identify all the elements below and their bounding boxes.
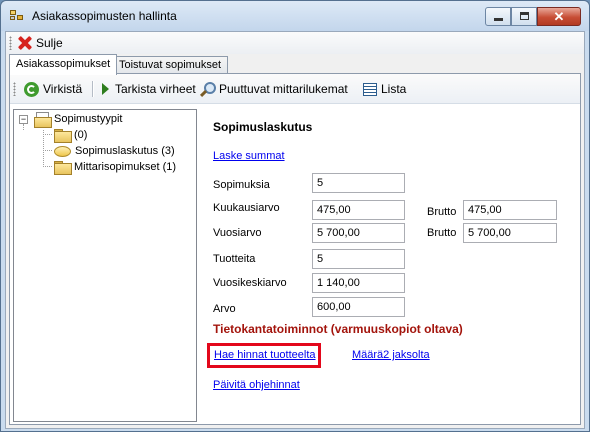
maximize-button[interactable]	[511, 7, 537, 26]
tree-item-label: Mittarisopimukset (1)	[74, 161, 177, 173]
tree-item-mittarisopimukset[interactable]: Mittarisopimukset (1)	[54, 159, 176, 175]
refresh-icon	[24, 81, 39, 97]
close-button-label: Sulje	[36, 36, 63, 50]
tab-asiakassopimukset[interactable]: Asiakassopimukset	[9, 54, 118, 75]
maximize-icon	[520, 12, 529, 20]
monthly-gross-label: Brutto	[427, 206, 457, 218]
products-field[interactable]: 5	[312, 249, 405, 269]
monthly-gross-field[interactable]: 475,00	[463, 200, 557, 220]
yearly-gross-field[interactable]: 5 700,00	[463, 223, 557, 243]
list-button[interactable]: Lista	[363, 80, 406, 98]
missing-readings-label: Puuttuvat mittarilukemat	[219, 82, 348, 96]
close-window-button[interactable]: ✕	[537, 7, 581, 26]
selected-item-icon	[54, 145, 71, 157]
value-label: Arvo	[213, 303, 236, 315]
close-x-icon	[18, 36, 32, 50]
main-window: Asiakassopimusten hallinta ✕ Sulje Asiak…	[0, 0, 590, 432]
actions-toolbar-grip[interactable]	[13, 82, 16, 96]
minimize-icon	[494, 18, 503, 21]
database-operations-heading: Tietokantatoiminnot (varmuuskopiot oltav…	[213, 322, 463, 336]
contract-type-tree[interactable]: − Sopimustyypit (0) Sopimuslaskutus (3) …	[13, 109, 197, 422]
list-icon	[363, 82, 377, 96]
title-bar[interactable]: Asiakassopimusten hallinta ✕	[1, 1, 589, 31]
tree-item-label: Sopimuslaskutus (3)	[75, 145, 175, 157]
check-errors-label: Tarkista virheet	[115, 82, 196, 96]
yearly-average-label: Vuosikeskiarvo	[213, 277, 287, 289]
details-heading: Sopimuslaskutus	[213, 120, 313, 134]
yearly-value-field[interactable]: 5 700,00	[312, 223, 405, 243]
window-title: Asiakassopimusten hallinta	[32, 9, 177, 23]
folder-icon	[54, 129, 72, 143]
refresh-label: Virkistä	[43, 82, 83, 96]
tree-root[interactable]: Sopimustyypit	[34, 111, 123, 128]
main-toolbar: Sulje	[6, 32, 584, 54]
quantity-period-link[interactable]: Määrä2 jaksolta	[352, 349, 430, 361]
toolbar-separator	[92, 81, 93, 97]
tree-line	[43, 150, 52, 151]
tab-page: Virkistä Tarkista virheet Puuttuvat mitt…	[9, 73, 581, 425]
fetch-prices-link[interactable]: Hae hinnat tuotteelta	[214, 349, 316, 361]
tree-root-label: Sopimustyypit	[54, 113, 123, 125]
contracts-count-field[interactable]: 5	[312, 173, 405, 193]
window-body: Sulje Asiakassopimukset Toistuvat sopimu…	[5, 31, 585, 429]
tab-toistuvat-sopimukset[interactable]: Toistuvat sopimukset	[112, 56, 229, 74]
check-errors-button[interactable]: Tarkista virheet	[100, 80, 196, 98]
calculate-sums-link[interactable]: Laske summat	[213, 150, 285, 162]
tree-line	[43, 134, 52, 135]
toolbar-grip[interactable]	[9, 36, 12, 50]
tree-line	[43, 166, 52, 167]
yearly-gross-label: Brutto	[427, 227, 457, 239]
close-icon: ✕	[553, 9, 565, 24]
close-button[interactable]: Sulje	[15, 34, 66, 52]
tree-item-sopimuslaskutus[interactable]: Sopimuslaskutus (3)	[54, 143, 175, 159]
monthly-value-field[interactable]: 475,00	[312, 200, 405, 220]
actions-toolbar: Virkistä Tarkista virheet Puuttuvat mitt…	[10, 74, 580, 104]
root-folder-icon	[34, 112, 52, 128]
tab-strip: Asiakassopimukset Toistuvat sopimukset	[6, 54, 584, 75]
refresh-button[interactable]: Virkistä	[24, 80, 82, 98]
details-panel: Sopimuslaskutus Laske summat Sopimuksia …	[200, 104, 580, 424]
list-label: Lista	[381, 82, 407, 96]
folder-icon	[54, 161, 72, 175]
tree-item-empty[interactable]: (0)	[54, 127, 87, 143]
tree-collapse-toggle[interactable]: −	[19, 115, 28, 124]
contracts-count-label: Sopimuksia	[213, 179, 270, 191]
app-icon	[10, 10, 24, 22]
play-icon	[102, 83, 109, 95]
update-prices-link[interactable]: Päivitä ohjehinnat	[213, 379, 300, 391]
missing-readings-button[interactable]: Puuttuvat mittarilukemat	[200, 80, 348, 98]
tree-item-label: (0)	[74, 129, 88, 141]
tree-line	[43, 130, 44, 167]
tree-line	[23, 124, 24, 130]
monthly-value-label: Kuukausiarvo	[213, 202, 280, 214]
yearly-value-label: Vuosiarvo	[213, 227, 262, 239]
minimize-button[interactable]	[485, 7, 511, 26]
value-field[interactable]: 600,00	[312, 297, 405, 317]
products-label: Tuotteita	[213, 253, 256, 265]
magnifier-icon	[200, 81, 216, 97]
yearly-average-field[interactable]: 1 140,00	[312, 273, 405, 293]
